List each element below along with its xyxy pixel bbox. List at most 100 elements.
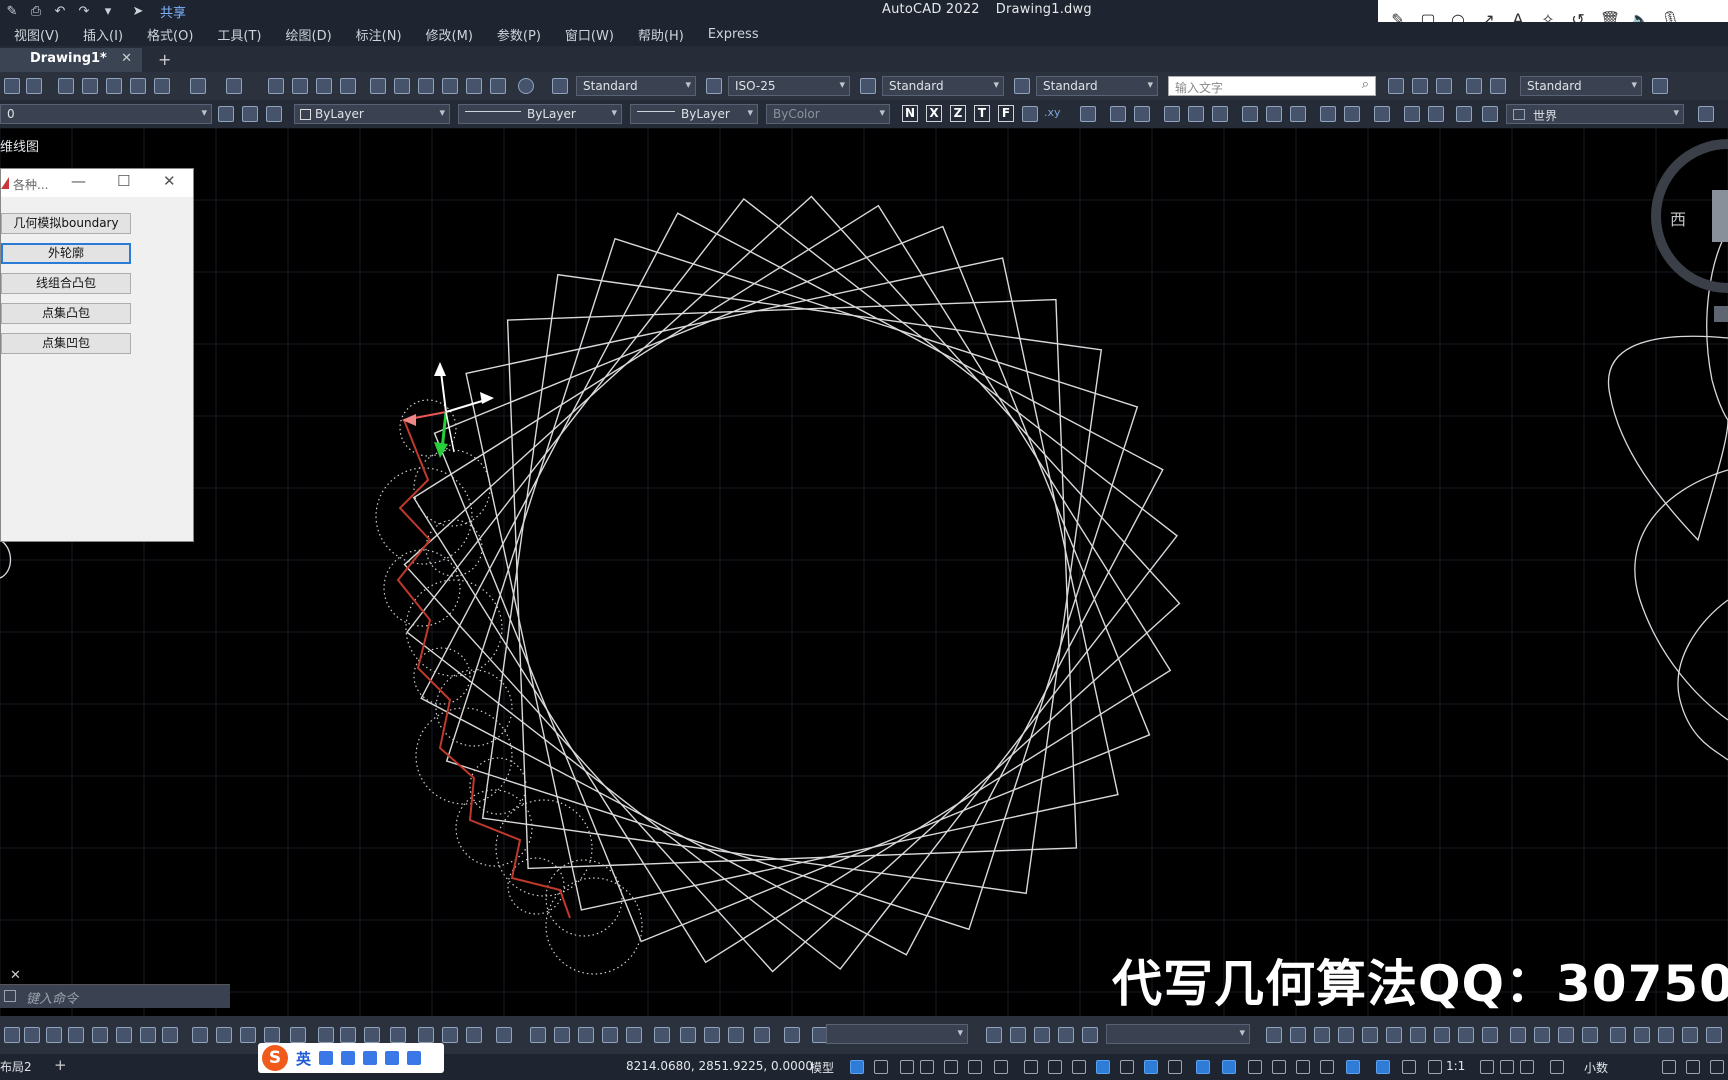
menu-insert[interactable]: 插入(I) xyxy=(83,25,123,44)
modeling-tool-icon[interactable] xyxy=(1082,1027,1098,1043)
modeling-tool-icon[interactable] xyxy=(466,1027,482,1043)
modeling-tool-icon[interactable] xyxy=(46,1027,62,1043)
visual-style-combo[interactable] xyxy=(826,1024,968,1044)
status-toggle-button[interactable] xyxy=(1480,1060,1494,1074)
modeling-tool-icon[interactable] xyxy=(290,1027,306,1043)
modeling-tool-icon[interactable] xyxy=(626,1027,642,1043)
ucs-x-axis-icon[interactable] xyxy=(1110,106,1126,122)
modeling-tool-icon[interactable] xyxy=(1266,1027,1282,1043)
punctuation-icon[interactable] xyxy=(319,1051,334,1065)
status-toggle-button[interactable] xyxy=(1346,1060,1360,1074)
modeling-tool-icon[interactable] xyxy=(68,1027,84,1043)
model-space-button[interactable]: 模型 xyxy=(810,1059,834,1076)
ucs-rotate-x-icon[interactable] xyxy=(1242,106,1258,122)
menu-parametric[interactable]: 参数(P) xyxy=(497,25,541,44)
line-convex-hull-button[interactable]: 线组合凸包 xyxy=(1,273,131,294)
ucs-world-icon[interactable] xyxy=(1428,106,1444,122)
undo-toolbar-icon[interactable] xyxy=(190,78,206,94)
paste-icon[interactable] xyxy=(106,78,122,94)
dim-style-combo[interactable]: ISO-25 xyxy=(728,76,850,96)
calculator-icon[interactable] xyxy=(490,78,506,94)
layout-tab[interactable]: 布局2 xyxy=(0,1058,32,1075)
modeling-tool-icon[interactable] xyxy=(216,1027,232,1043)
ucs-named-icon[interactable] xyxy=(1404,106,1420,122)
modeling-tool-icon[interactable] xyxy=(1290,1027,1306,1043)
ucs-manager-icon[interactable] xyxy=(1482,106,1498,122)
color-combo[interactable]: ByLayer xyxy=(294,104,450,124)
layer-previous-icon[interactable] xyxy=(266,106,282,122)
menu-help[interactable]: 帮助(H) xyxy=(638,25,684,44)
modeling-tool-icon[interactable] xyxy=(418,1027,434,1043)
new-tab-button[interactable]: + xyxy=(158,50,171,69)
status-toggle-button[interactable] xyxy=(1144,1060,1158,1074)
ime-language[interactable]: 英 xyxy=(296,1048,311,1069)
viewport-visual-style-label[interactable]: 维线图 xyxy=(0,136,39,155)
modeling-tool-icon[interactable] xyxy=(554,1027,570,1043)
ucs-y-axis-icon[interactable] xyxy=(1134,106,1150,122)
redo-toolbar-icon[interactable] xyxy=(226,78,242,94)
publish-icon[interactable] xyxy=(58,78,74,94)
modeling-tool-icon[interactable] xyxy=(728,1027,744,1043)
menu-window[interactable]: 窗口(W) xyxy=(565,25,614,44)
measure-icon[interactable] xyxy=(1698,106,1714,122)
ucs-rotate-y-icon[interactable] xyxy=(1266,106,1282,122)
align-leader-icon[interactable] xyxy=(1466,78,1482,94)
modeling-tool-icon[interactable] xyxy=(1658,1027,1674,1043)
dropdown-icon[interactable]: ▾ xyxy=(100,4,116,20)
status-toggle-button[interactable] xyxy=(1222,1060,1236,1074)
modeling-tool-icon[interactable] xyxy=(24,1027,40,1043)
modeling-tool-icon[interactable] xyxy=(1314,1027,1330,1043)
status-toggle-button[interactable] xyxy=(1168,1060,1182,1074)
menu-view[interactable]: 视图(V) xyxy=(14,25,59,44)
table-style-icon[interactable] xyxy=(860,78,876,94)
skin-icon[interactable] xyxy=(385,1051,400,1065)
modeling-tool-icon[interactable] xyxy=(986,1027,1002,1043)
status-toggle-button[interactable] xyxy=(1072,1060,1086,1074)
menu-modify[interactable]: 修改(M) xyxy=(426,25,473,44)
markup-icon[interactable] xyxy=(466,78,482,94)
close-dialog-icon[interactable]: ✕ xyxy=(163,172,176,190)
ucs-combo[interactable]: 世界 xyxy=(1506,104,1684,124)
view-combo[interactable] xyxy=(1106,1024,1250,1044)
modeling-tool-icon[interactable] xyxy=(390,1027,406,1043)
modeling-tool-icon[interactable] xyxy=(754,1027,770,1043)
status-toggle-button[interactable] xyxy=(1024,1060,1038,1074)
modeling-tool-icon[interactable] xyxy=(602,1027,618,1043)
properties-icon[interactable] xyxy=(370,78,386,94)
drawing-canvas[interactable] xyxy=(0,128,1728,1016)
modeling-tool-icon[interactable] xyxy=(192,1027,208,1043)
status-toggle-button[interactable] xyxy=(1296,1060,1310,1074)
status-toggle-button[interactable] xyxy=(1120,1060,1134,1074)
add-leader-icon[interactable] xyxy=(1412,78,1428,94)
outer-contour-button[interactable]: 外轮廓 xyxy=(1,243,131,264)
modeling-tool-icon[interactable] xyxy=(1434,1027,1450,1043)
modeling-tool-icon[interactable] xyxy=(1634,1027,1650,1043)
ucs-x-button[interactable]: X xyxy=(926,105,942,122)
copy-icon[interactable] xyxy=(82,78,98,94)
viewcube[interactable] xyxy=(1651,139,1728,322)
new-file-icon[interactable] xyxy=(4,78,20,94)
modeling-tool-icon[interactable] xyxy=(1582,1027,1598,1043)
modeling-tool-icon[interactable] xyxy=(496,1027,512,1043)
dialog-title-bar[interactable]: 各种... — ☐ ✕ xyxy=(1,169,193,197)
status-toggle-button[interactable] xyxy=(1550,1060,1564,1074)
status-toggle-button[interactable] xyxy=(874,1060,888,1074)
status-toggle-button[interactable] xyxy=(1520,1060,1534,1074)
undo-icon[interactable]: ↶ xyxy=(52,4,68,20)
status-toggle-button[interactable] xyxy=(994,1060,1008,1074)
text-style-combo[interactable]: Standard xyxy=(576,76,696,96)
point-concave-hull-button[interactable]: 点集凹包 xyxy=(1,333,131,354)
ucs-view-icon[interactable] xyxy=(1212,106,1228,122)
ucs-z-axis-icon[interactable] xyxy=(1164,106,1180,122)
modeling-tool-icon[interactable] xyxy=(140,1027,156,1043)
match-properties-icon[interactable] xyxy=(130,78,146,94)
modeling-tool-icon[interactable] xyxy=(1362,1027,1378,1043)
status-toggle-button[interactable] xyxy=(1096,1060,1110,1074)
share-icon[interactable]: ➤ xyxy=(130,4,146,20)
close-tab-icon[interactable]: ✕ xyxy=(121,51,132,66)
status-toggle-button[interactable] xyxy=(1248,1060,1262,1074)
menu-draw[interactable]: 绘图(D) xyxy=(286,25,332,44)
ucs-origin-icon[interactable] xyxy=(1080,106,1096,122)
boundary-button[interactable]: 几何模拟boundary xyxy=(1,213,131,234)
status-toggle-button[interactable] xyxy=(944,1060,958,1074)
